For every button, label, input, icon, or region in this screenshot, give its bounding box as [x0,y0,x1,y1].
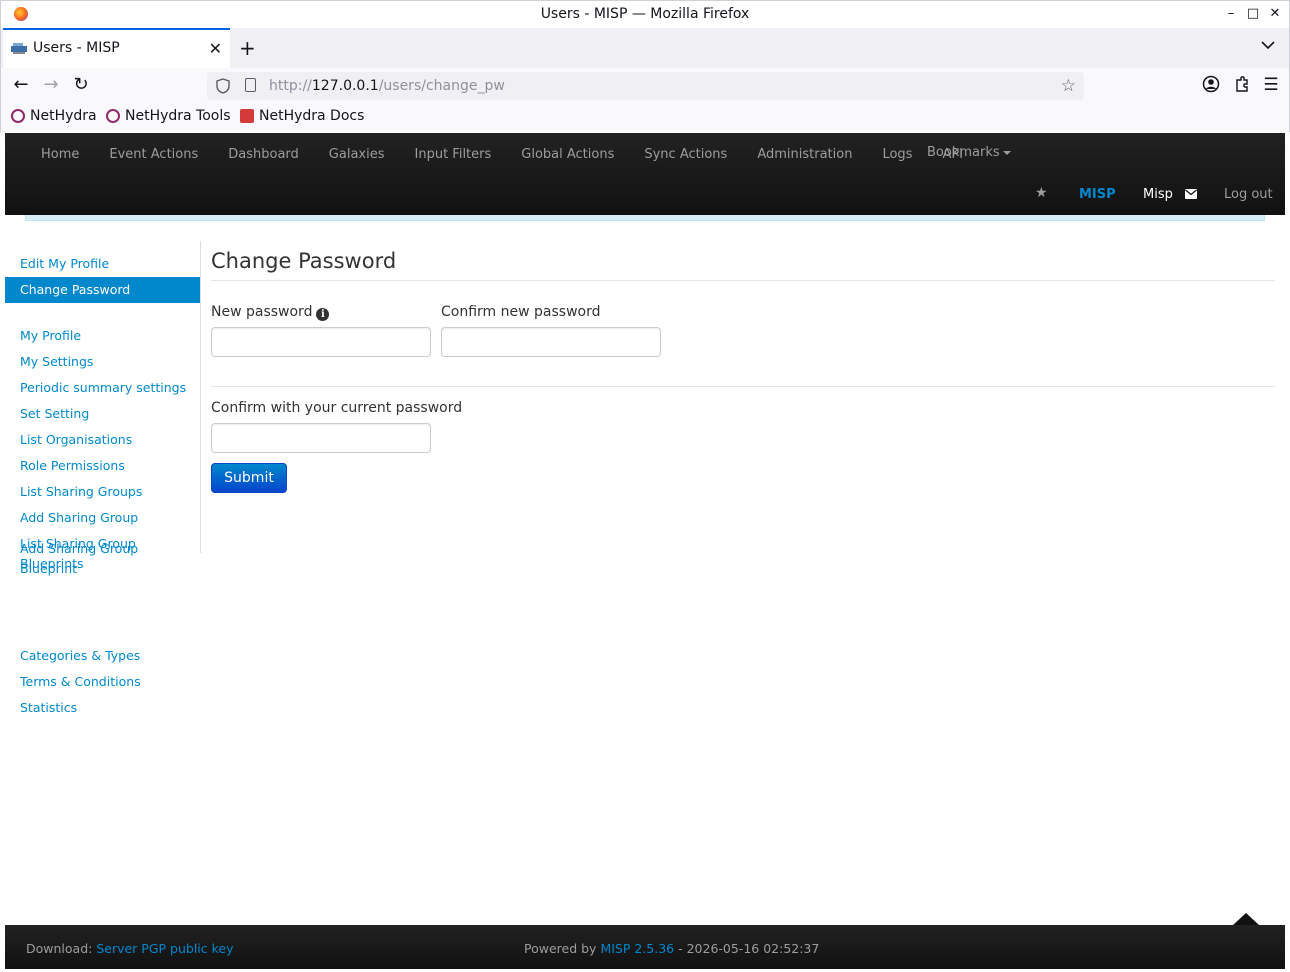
back-icon[interactable]: ← [10,74,32,95]
misp-favicon-icon [11,43,27,54]
page-title: Change Password [211,249,397,273]
confirm-new-password-label: Confirm new password [441,304,601,320]
menu-hamburger-icon[interactable]: ☰ [1261,75,1281,95]
menu-dashboard[interactable]: Dashboard [213,133,314,175]
user-link[interactable]: Misp [1143,187,1197,202]
close-window-icon[interactable]: ✕ [1267,6,1283,21]
new-password-field[interactable] [211,327,431,357]
misp-version-link[interactable]: MISP 2.5.36 [600,941,674,956]
pgp-key-link[interactable]: Server PGP public key [96,941,233,956]
sidebar-item-statistics[interactable]: Statistics [5,698,200,718]
sidebar-divider [19,312,169,313]
bookmarks-toolbar: NetHydra NetHydra Tools NetHydra Docs [0,104,1290,132]
sidebar-divider [19,632,169,633]
docs-icon [240,109,254,123]
maximize-icon[interactable]: □ [1245,6,1261,21]
bookmark-star-icon[interactable]: ☆ [1061,76,1076,96]
sidebar-item-add-sharing-group-blueprint[interactable]: Add Sharing Group Blueprint [5,539,200,579]
chevron-down-icon[interactable] [1261,38,1275,54]
caret-down-icon [1002,150,1011,155]
sidebar-item-role-permissions[interactable]: Role Permissions [5,456,200,476]
menu-home[interactable]: Home [5,133,94,175]
forward-icon[interactable]: → [40,74,62,95]
tab-strip: Users - MISP ✕ + [0,28,1290,68]
tab-title: Users - MISP [33,40,120,56]
new-tab-icon[interactable]: + [239,36,256,60]
tab-users-misp[interactable]: Users - MISP ✕ [3,28,230,68]
envelope-icon[interactable] [1185,189,1197,199]
favourite-star-icon[interactable]: ★ [1035,185,1048,201]
footer-download: Download: Server PGP public key [26,941,234,956]
nethydra-icon [106,109,120,123]
page-footer: Download: Server PGP public key Powered … [5,925,1285,969]
scroll-to-top-icon[interactable] [1233,913,1259,925]
footer-powered-by: Powered by MISP 2.5.36 - 2026-05-16 02:5… [524,941,820,956]
menu-global-actions[interactable]: Global Actions [506,133,629,175]
window-titlebar: Users - MISP — Mozilla Firefox – □ ✕ [0,0,1290,28]
reload-icon[interactable]: ↻ [70,74,92,95]
extensions-icon[interactable] [1232,75,1252,98]
current-password-label: Confirm with your current password [211,400,463,416]
info-icon[interactable]: i [316,308,330,321]
logout-link[interactable]: Log out [1224,187,1273,202]
bookmarks-dropdown[interactable]: Bookmarks [927,145,1011,160]
submit-button[interactable]: Submit [211,463,287,493]
sidebar-item-my-profile[interactable]: My Profile [5,326,200,346]
nethydra-icon [11,109,25,123]
new-password-label: New password i [211,304,330,321]
title-divider [211,280,1275,281]
sidebar-item-edit-my-profile[interactable]: Edit My Profile [5,254,200,274]
sidebar-item-set-setting[interactable]: Set Setting [5,404,200,424]
minimize-icon[interactable]: – [1223,6,1239,21]
window-title: Users - MISP — Mozilla Firefox [540,6,750,22]
shield-icon [216,78,230,94]
main-menu: Home Event Actions Dashboard Galaxies In… [5,133,978,175]
sidebar-item-list-organisations[interactable]: List Organisations [5,430,200,450]
menu-event-actions[interactable]: Event Actions [94,133,213,175]
menu-administration[interactable]: Administration [742,133,867,175]
url-text: http://127.0.0.1/users/change_pw [269,78,505,94]
misp-brand-link[interactable]: MISP [1079,187,1116,202]
bookmark-nethydra-tools[interactable]: NetHydra Tools [106,108,231,124]
close-tab-icon[interactable]: ✕ [209,39,222,58]
sidebar-item-change-password[interactable]: Change Password [5,277,200,303]
flash-message-strip [25,215,1265,221]
current-password-field[interactable] [211,423,431,453]
sidebar-item-terms-conditions[interactable]: Terms & Conditions [5,672,200,692]
browser-toolbar: ← → ↻ http://127.0.0.1/users/change_pw ☆… [0,68,1290,104]
bookmark-nethydra-docs[interactable]: NetHydra Docs [240,108,364,124]
sidebar-item-periodic-summary-settings[interactable]: Periodic summary settings [5,378,200,398]
menu-logs[interactable]: Logs [867,133,927,175]
sidebar-item-list-sharing-groups[interactable]: List Sharing Groups [5,482,200,502]
account-icon[interactable] [1201,75,1221,98]
url-bar[interactable]: http://127.0.0.1/users/change_pw ☆ [207,72,1084,100]
menu-galaxies[interactable]: Galaxies [314,133,400,175]
menu-input-filters[interactable]: Input Filters [400,133,507,175]
bookmark-nethydra[interactable]: NetHydra [11,108,97,124]
form-divider [211,386,1275,387]
page-icon [245,78,256,92]
confirm-new-password-field[interactable] [441,327,661,357]
sidebar-item-categories-types[interactable]: Categories & Types [5,646,200,666]
menu-sync-actions[interactable]: Sync Actions [629,133,742,175]
sidebar-item-add-sharing-group[interactable]: Add Sharing Group [5,508,200,528]
side-menu: Edit My Profile Change Password My Profi… [5,241,201,571]
misp-navbar: Home Event Actions Dashboard Galaxies In… [5,133,1285,215]
sidebar-item-my-settings[interactable]: My Settings [5,352,200,372]
